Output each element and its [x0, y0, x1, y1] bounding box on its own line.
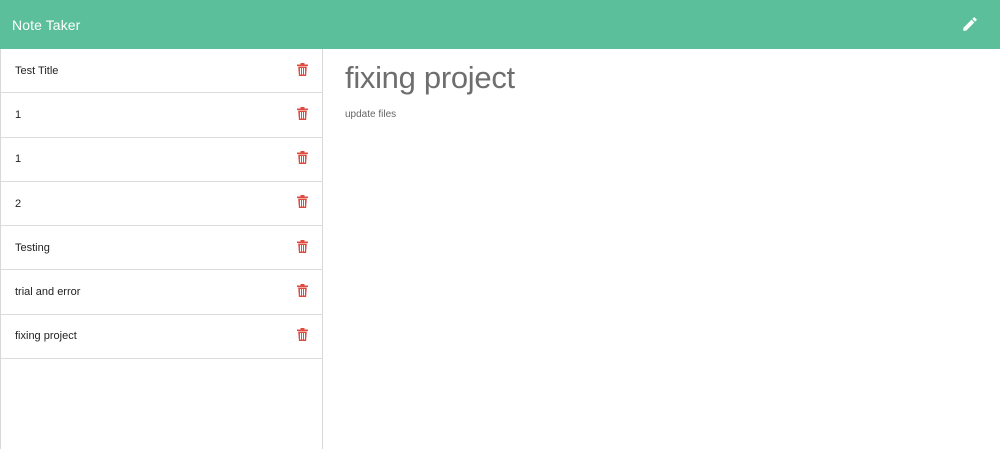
note-item-title: fixing project — [15, 330, 77, 343]
note-item-title: 1 — [15, 108, 22, 121]
note-editor: fixing project update files — [323, 49, 1000, 449]
note-item-title: 2 — [15, 197, 22, 210]
trash-icon[interactable] — [296, 106, 308, 120]
trash-icon[interactable] — [296, 151, 308, 165]
note-list-item[interactable]: fixing project — [1, 315, 322, 360]
note-list-item[interactable]: 2 — [1, 182, 322, 227]
note-item-title: Testing — [15, 241, 50, 254]
note-list-item[interactable]: trial and error — [1, 270, 322, 315]
navbar: Note Taker — [0, 0, 1000, 49]
note-list-item[interactable]: Test Title — [1, 49, 322, 94]
note-list-item[interactable]: 1 — [1, 138, 322, 182]
app-brand[interactable]: Note Taker — [12, 17, 80, 33]
trash-icon[interactable] — [296, 62, 308, 76]
trash-icon[interactable] — [296, 239, 308, 253]
trash-icon[interactable] — [296, 283, 308, 297]
trash-icon[interactable] — [296, 328, 308, 342]
note-list-item[interactable]: Testing — [1, 226, 322, 271]
note-text-area[interactable]: update files — [345, 109, 1000, 120]
note-item-title: 1 — [15, 153, 22, 166]
note-title-field[interactable]: fixing project — [345, 59, 1000, 97]
note-item-title: trial and error — [15, 286, 81, 299]
note-item-title: Test Title — [15, 64, 59, 77]
trash-icon[interactable] — [296, 195, 308, 209]
note-list-item[interactable]: 1 — [1, 93, 322, 138]
note-list: Test Title 1 1 2 Testing trial and error — [0, 49, 323, 449]
pencil-icon[interactable] — [960, 14, 980, 34]
